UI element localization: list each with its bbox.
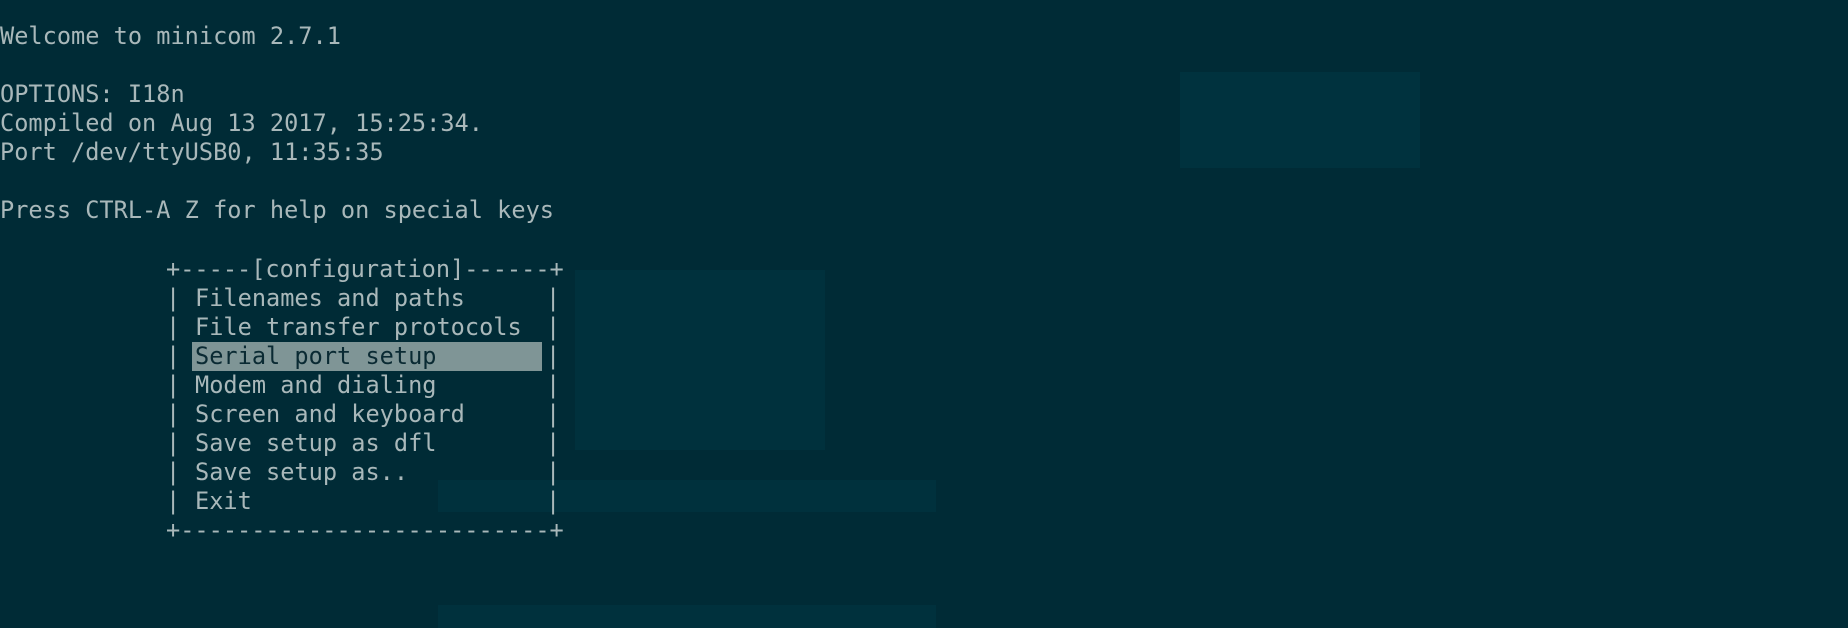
menu-item[interactable]: Modem and dialing (192, 371, 542, 400)
menu-border-right: | (546, 400, 561, 428)
background-ghost-panel (575, 270, 825, 450)
menu-item[interactable]: Save setup as dfl (192, 429, 542, 458)
menu-top-border: +-----[configuration]------+ (166, 255, 564, 283)
background-ghost-panel (1180, 72, 1420, 168)
menu-border-right: | (546, 313, 561, 341)
compiled-line: Compiled on Aug 13 2017, 15:25:34. (0, 109, 483, 137)
terminal-window[interactable]: Welcome to minicom 2.7.1 OPTIONS: I18n C… (0, 0, 1848, 628)
menu-border-left: | (166, 429, 181, 457)
menu-item[interactable]: Filenames and paths (192, 284, 542, 313)
menu-border-left: | (166, 400, 181, 428)
menu-bottom-border: +--------------------------+ (166, 516, 564, 544)
menu-row: | Save setup as dfl | (166, 429, 561, 458)
menu-border-left: | (166, 458, 181, 486)
options-line: OPTIONS: I18n (0, 80, 185, 108)
menu-row: | Filenames and paths | (166, 284, 561, 313)
menu-border-right: | (546, 487, 561, 515)
menu-row: | Screen and keyboard | (166, 400, 561, 429)
menu-item[interactable]: File transfer protocols (192, 313, 542, 342)
menu-border-right: | (546, 342, 561, 370)
menu-row: | Modem and dialing | (166, 371, 561, 400)
menu-border-right: | (546, 371, 561, 399)
menu-item[interactable]: Serial port setup (192, 342, 542, 371)
menu-item[interactable]: Screen and keyboard (192, 400, 542, 429)
menu-row: | File transfer protocols | (166, 313, 561, 342)
menu-row: | Exit | (166, 487, 561, 516)
menu-border-right: | (546, 429, 561, 457)
menu-item[interactable]: Exit (192, 487, 542, 516)
configuration-menu[interactable]: +-----[configuration]------+ | Filenames … (166, 255, 564, 545)
menu-border-right: | (546, 284, 561, 312)
help-line: Press CTRL-A Z for help on special keys (0, 196, 554, 224)
background-ghost-panel (438, 605, 936, 628)
menu-item[interactable]: Save setup as.. (192, 458, 542, 487)
menu-border-left: | (166, 342, 181, 370)
menu-border-left: | (166, 487, 181, 515)
menu-row: | Serial port setup | (166, 342, 561, 371)
menu-border-right: | (546, 458, 561, 486)
menu-border-left: | (166, 313, 181, 341)
menu-border-left: | (166, 371, 181, 399)
welcome-line: Welcome to minicom 2.7.1 (0, 22, 341, 50)
menu-row: | Save setup as.. | (166, 458, 561, 487)
menu-border-left: | (166, 284, 181, 312)
port-line: Port /dev/ttyUSB0, 11:35:35 (0, 138, 384, 166)
